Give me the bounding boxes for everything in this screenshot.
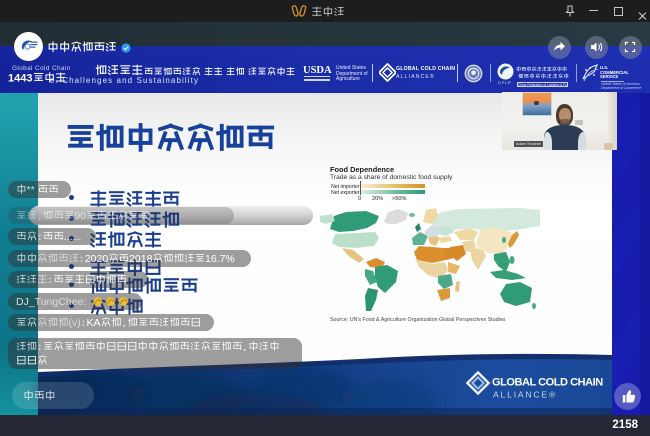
svg-text:16.7%: 16.7% xyxy=(205,252,235,264)
svg-text:......: ...... xyxy=(64,231,81,243)
svg-text:**: ** xyxy=(27,184,35,196)
svg-text:1443: 1443 xyxy=(8,72,32,84)
svg-text:GLOBAL COLD CHAIN: GLOBAL COLD CHAIN xyxy=(492,377,603,389)
svg-text:(v): (v) xyxy=(69,317,81,329)
svg-text:2020: 2020 xyxy=(85,252,109,264)
svg-text:ALLIANCE®: ALLIANCE® xyxy=(493,390,557,400)
svg-text:2018: 2018 xyxy=(129,252,153,264)
svg-text:KA: KA xyxy=(87,317,101,329)
svg-text:90: 90 xyxy=(74,210,86,222)
svg-text:DJ_TungChee:: DJ_TungChee: xyxy=(16,295,86,307)
